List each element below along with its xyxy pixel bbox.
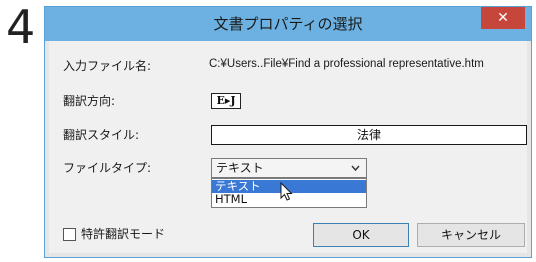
- close-button[interactable]: ✕: [481, 7, 525, 29]
- cancel-button[interactable]: キャンセル: [417, 223, 525, 247]
- mouse-pointer-icon: [279, 181, 293, 206]
- document-properties-dialog: 文書プロパティの選択 ✕ 入力ファイル名: C:¥Users..File¥Fin…: [44, 6, 532, 258]
- translation-style-field[interactable]: 法律: [211, 125, 527, 145]
- patent-mode-checkbox[interactable]: [63, 228, 76, 241]
- title-bar[interactable]: 文書プロパティの選択 ✕: [45, 7, 531, 41]
- direction-label: 翻訳方向:: [63, 94, 116, 108]
- filetype-select[interactable]: テキスト: [211, 158, 367, 178]
- ok-button[interactable]: OK: [313, 223, 409, 247]
- input-file-path: C:¥Users..File¥Find a professional repre…: [209, 58, 484, 70]
- dialog-title: 文書プロパティの選択: [213, 15, 363, 33]
- translation-direction-badge[interactable]: E▸J: [211, 93, 241, 109]
- dialog-content: 入力ファイル名: C:¥Users..File¥Find a professio…: [49, 41, 527, 253]
- step-number: 4: [6, 0, 36, 54]
- patent-mode-label: 特許翻訳モード: [81, 227, 166, 241]
- filetype-selected-value: テキスト: [216, 161, 264, 175]
- close-icon: ✕: [497, 10, 509, 26]
- filetype-label: ファイルタイプ:: [63, 161, 152, 175]
- input-file-label: 入力ファイル名:: [63, 59, 152, 73]
- style-label: 翻訳スタイル:: [63, 128, 140, 142]
